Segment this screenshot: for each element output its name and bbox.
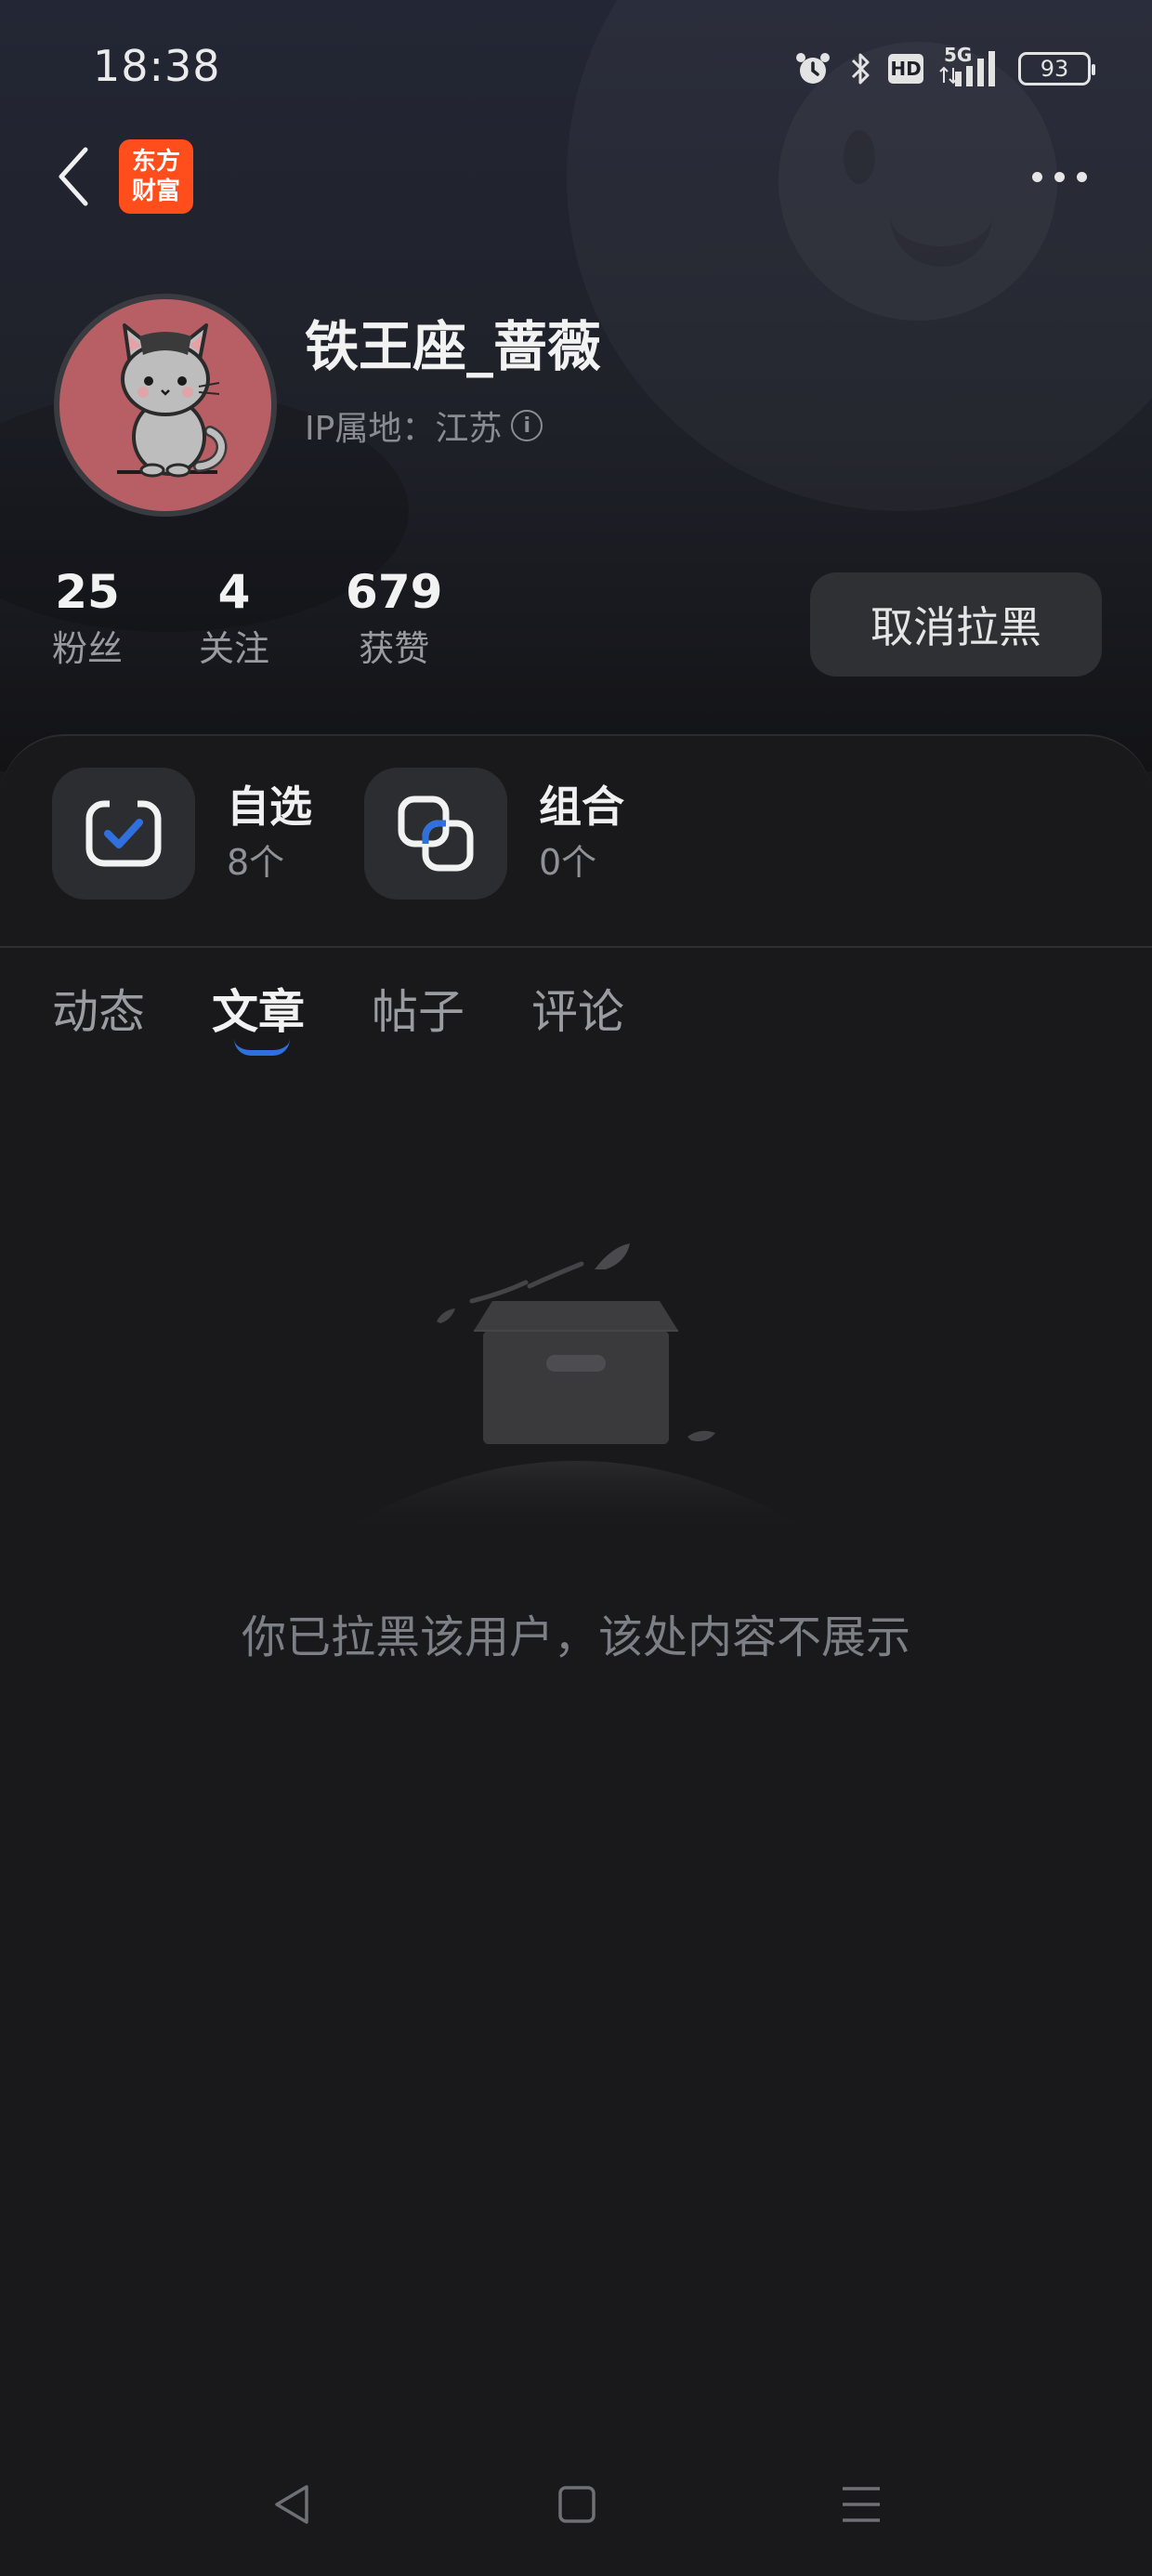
- battery-icon: 93: [1018, 52, 1095, 85]
- shortcut-count: 8个: [227, 842, 285, 883]
- username: 铁王座_蔷薇: [305, 315, 602, 378]
- avatar[interactable]: [54, 294, 277, 517]
- stat-followers[interactable]: 25 粉丝: [52, 562, 123, 676]
- more-horizontal-icon: [1031, 171, 1042, 182]
- tab-posts[interactable]: 帖子: [372, 979, 465, 1045]
- ip-location: IP属地：江苏: [305, 410, 503, 448]
- alarm-icon: [793, 49, 832, 88]
- stat-label: 粉丝: [52, 628, 124, 669]
- tab-label: 文章: [212, 985, 305, 1039]
- info-icon[interactable]: i: [511, 410, 543, 441]
- system-navigation-bar: [0, 2453, 1152, 2556]
- stat-following[interactable]: 4 关注: [199, 562, 269, 676]
- back-button[interactable]: [46, 139, 102, 214]
- profile-stats: 25 粉丝 4 关注 679 获赞: [52, 562, 518, 676]
- menu-lines-icon: [843, 2487, 880, 2522]
- content-card: 自选 8个 组合 0个 动态 文章 帖子 评论 你已拉黑该用户，该处内容不展示: [0, 734, 1152, 2576]
- divider: [0, 946, 1152, 948]
- signal-icon: 5G: [938, 44, 1003, 88]
- status-time: 18:38: [93, 41, 221, 91]
- logo-line1: 东方: [131, 148, 180, 176]
- empty-box-illustration: [334, 1243, 818, 1535]
- nav-back-button[interactable]: [251, 2472, 334, 2537]
- bluetooth-icon: [847, 49, 873, 88]
- stat-value: 25: [55, 565, 120, 619]
- status-icons: HD 5G 93: [793, 44, 1095, 91]
- cat-avatar-illustration: [117, 323, 228, 478]
- content-tabs: 动态 文章 帖子 评论: [52, 979, 624, 1056]
- active-tab-indicator: [234, 1039, 290, 1056]
- hd-icon: HD: [888, 54, 923, 84]
- shortcut-count: 0个: [539, 842, 597, 883]
- empty-state-message: 你已拉黑该用户，该处内容不展示: [241, 1611, 910, 1663]
- app-logo: 东方 财富: [119, 139, 193, 214]
- nav-menu-button[interactable]: [819, 2472, 903, 2537]
- watchlist-shortcut[interactable]: 自选 8个: [52, 768, 312, 900]
- more-dot: [1076, 171, 1087, 182]
- ip-location-row: IP属地：江苏 i: [305, 401, 543, 450]
- shortcut-title: 自选: [227, 782, 312, 832]
- home-square-icon: [558, 2486, 596, 2523]
- tab-comments[interactable]: 评论: [531, 979, 624, 1045]
- stat-label: 获赞: [359, 628, 430, 669]
- back-triangle-icon: [275, 2485, 308, 2524]
- logo-line2: 财富: [131, 177, 180, 205]
- stat-value: 679: [346, 565, 443, 619]
- stat-value: 4: [217, 565, 251, 619]
- chevron-left-icon: [59, 147, 88, 206]
- watchlist-check-icon: [52, 768, 195, 900]
- shortcut-title: 组合: [539, 782, 624, 832]
- tab-dynamics[interactable]: 动态: [52, 979, 145, 1045]
- more-dot: [1054, 171, 1065, 182]
- tab-articles[interactable]: 文章: [212, 979, 305, 1056]
- nav-home-button[interactable]: [535, 2472, 619, 2537]
- unblock-button[interactable]: 取消拉黑: [810, 572, 1102, 677]
- portfolio-overlap-icon: [364, 768, 507, 900]
- stat-likes[interactable]: 679 获赞: [346, 562, 442, 676]
- more-options-button[interactable]: [1022, 158, 1096, 195]
- stat-label: 关注: [199, 628, 270, 669]
- portfolio-shortcut[interactable]: 组合 0个: [364, 768, 624, 900]
